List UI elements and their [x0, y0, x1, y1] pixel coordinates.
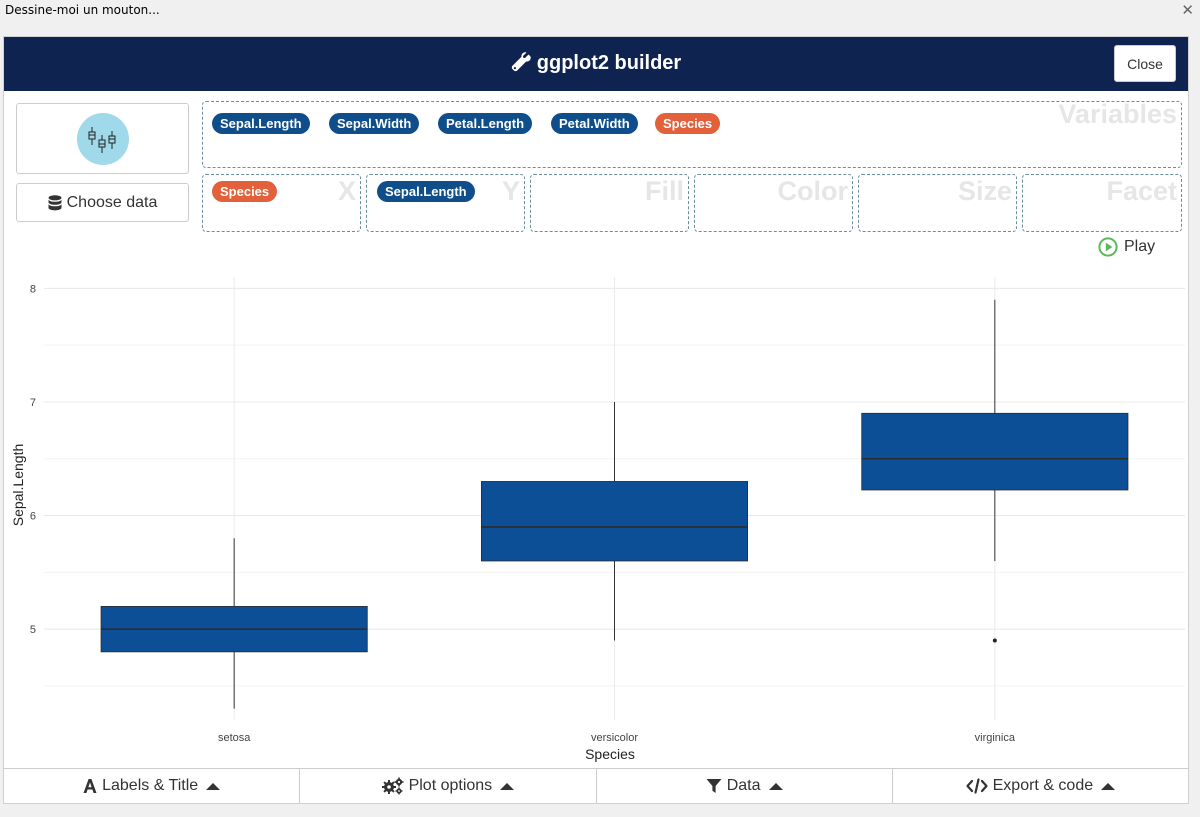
page-title: ggplot2 builder: [536, 52, 682, 74]
y-axis-label: Sepal.Length: [10, 444, 26, 527]
dropzone-facet[interactable]: Facet: [1022, 174, 1182, 232]
dropzone-fill[interactable]: Fill: [530, 174, 689, 232]
labels-title-label: Labels & Title: [102, 777, 199, 794]
dropzone-y[interactable]: Y Sepal.Length: [366, 174, 525, 232]
box-virginica: [861, 412, 1129, 491]
window-close-icon[interactable]: ✕: [1181, 1, 1194, 19]
dropzone-y-label: Y: [501, 176, 520, 206]
geom-selector[interactable]: [16, 103, 189, 174]
y-badge-sepal-length[interactable]: Sepal.Length: [377, 181, 475, 202]
export-code-tab[interactable]: Export & code: [892, 768, 1188, 803]
play-button[interactable]: Play: [1098, 237, 1155, 257]
wrench-icon: [511, 52, 531, 72]
dropzone-color-label: Color: [777, 176, 849, 206]
variable-badge-sepal-length[interactable]: Sepal.Length: [212, 113, 310, 134]
caret-up-icon: [768, 782, 783, 790]
choose-data-button[interactable]: Choose data: [16, 183, 189, 222]
plot-options-label: Plot options: [408, 777, 493, 794]
data-tab-label: Data: [726, 777, 761, 794]
gears-icon: [381, 777, 404, 795]
variable-badge-species[interactable]: Species: [655, 113, 721, 134]
variable-badge-petal-length[interactable]: Petal.Length: [438, 113, 533, 134]
x-tick-label: virginica: [975, 732, 1016, 744]
variables-zone[interactable]: Variables Sepal.Length Sepal.Width Petal…: [202, 101, 1182, 168]
filter-icon: [706, 779, 722, 793]
boxplot-chart: 5 6 7 8 setosa versicolor virginica Species S…: [10, 277, 1185, 762]
y-tick-label: 5: [30, 624, 36, 636]
variables-zone-label: Variables: [1058, 101, 1177, 129]
y-tick-label: 6: [30, 511, 36, 523]
footer-tabs: Labels & Title Plot options Data Export …: [4, 768, 1188, 803]
y-tick-label: 8: [30, 283, 36, 295]
variable-badge-petal-width[interactable]: Petal.Width: [551, 113, 638, 134]
dropzone-size[interactable]: Size: [858, 174, 1017, 232]
dropzone-color[interactable]: Color: [694, 174, 853, 232]
play-circle-icon: [1098, 237, 1118, 257]
boxplot-icon: [77, 113, 129, 165]
dropzone-x[interactable]: X Species: [202, 174, 361, 232]
dropzone-facet-label: Facet: [1106, 176, 1177, 206]
close-button[interactable]: Close: [1114, 45, 1176, 82]
x-tick-label: versicolor: [591, 732, 638, 744]
outlier-point: [992, 638, 997, 643]
x-axis-label: Species: [585, 746, 635, 762]
x-badge-species[interactable]: Species: [212, 181, 278, 202]
export-code-label: Export & code: [992, 777, 1094, 794]
y-tick-label: 7: [30, 397, 36, 409]
database-icon: [48, 194, 62, 210]
dropzone-size-label: Size: [957, 176, 1012, 206]
dropzone-fill-label: Fill: [645, 176, 684, 206]
dropzone-x-label: X: [337, 176, 356, 206]
y-tick-layer: 5 6 7 8: [30, 283, 36, 636]
play-label: Play: [1124, 238, 1156, 255]
builder-panel: ggplot2 builder Close Choose data Variab…: [3, 36, 1189, 804]
caret-up-icon: [206, 782, 221, 790]
caret-up-icon: [1101, 782, 1116, 790]
plot-options-tab[interactable]: Plot options: [300, 768, 597, 803]
choose-data-label: Choose data: [66, 193, 158, 211]
labels-title-tab[interactable]: Labels & Title: [4, 768, 301, 803]
header-bar: ggplot2 builder Close: [4, 37, 1188, 91]
caret-up-icon: [500, 782, 515, 790]
data-tab[interactable]: Data: [596, 768, 893, 803]
window-titlebar: Dessine-moi un mouton... ✕: [0, 0, 1200, 22]
page-title-wrap: ggplot2 builder: [4, 52, 1188, 75]
window-title: Dessine-moi un mouton...: [5, 3, 160, 17]
variable-badge-sepal-width[interactable]: Sepal.Width: [329, 113, 420, 134]
box-versicolor: [480, 481, 749, 562]
x-tick-layer: setosa versicolor virginica: [218, 732, 1016, 744]
code-icon: [966, 778, 988, 794]
x-tick-label: setosa: [218, 732, 251, 744]
font-icon: [83, 779, 97, 793]
